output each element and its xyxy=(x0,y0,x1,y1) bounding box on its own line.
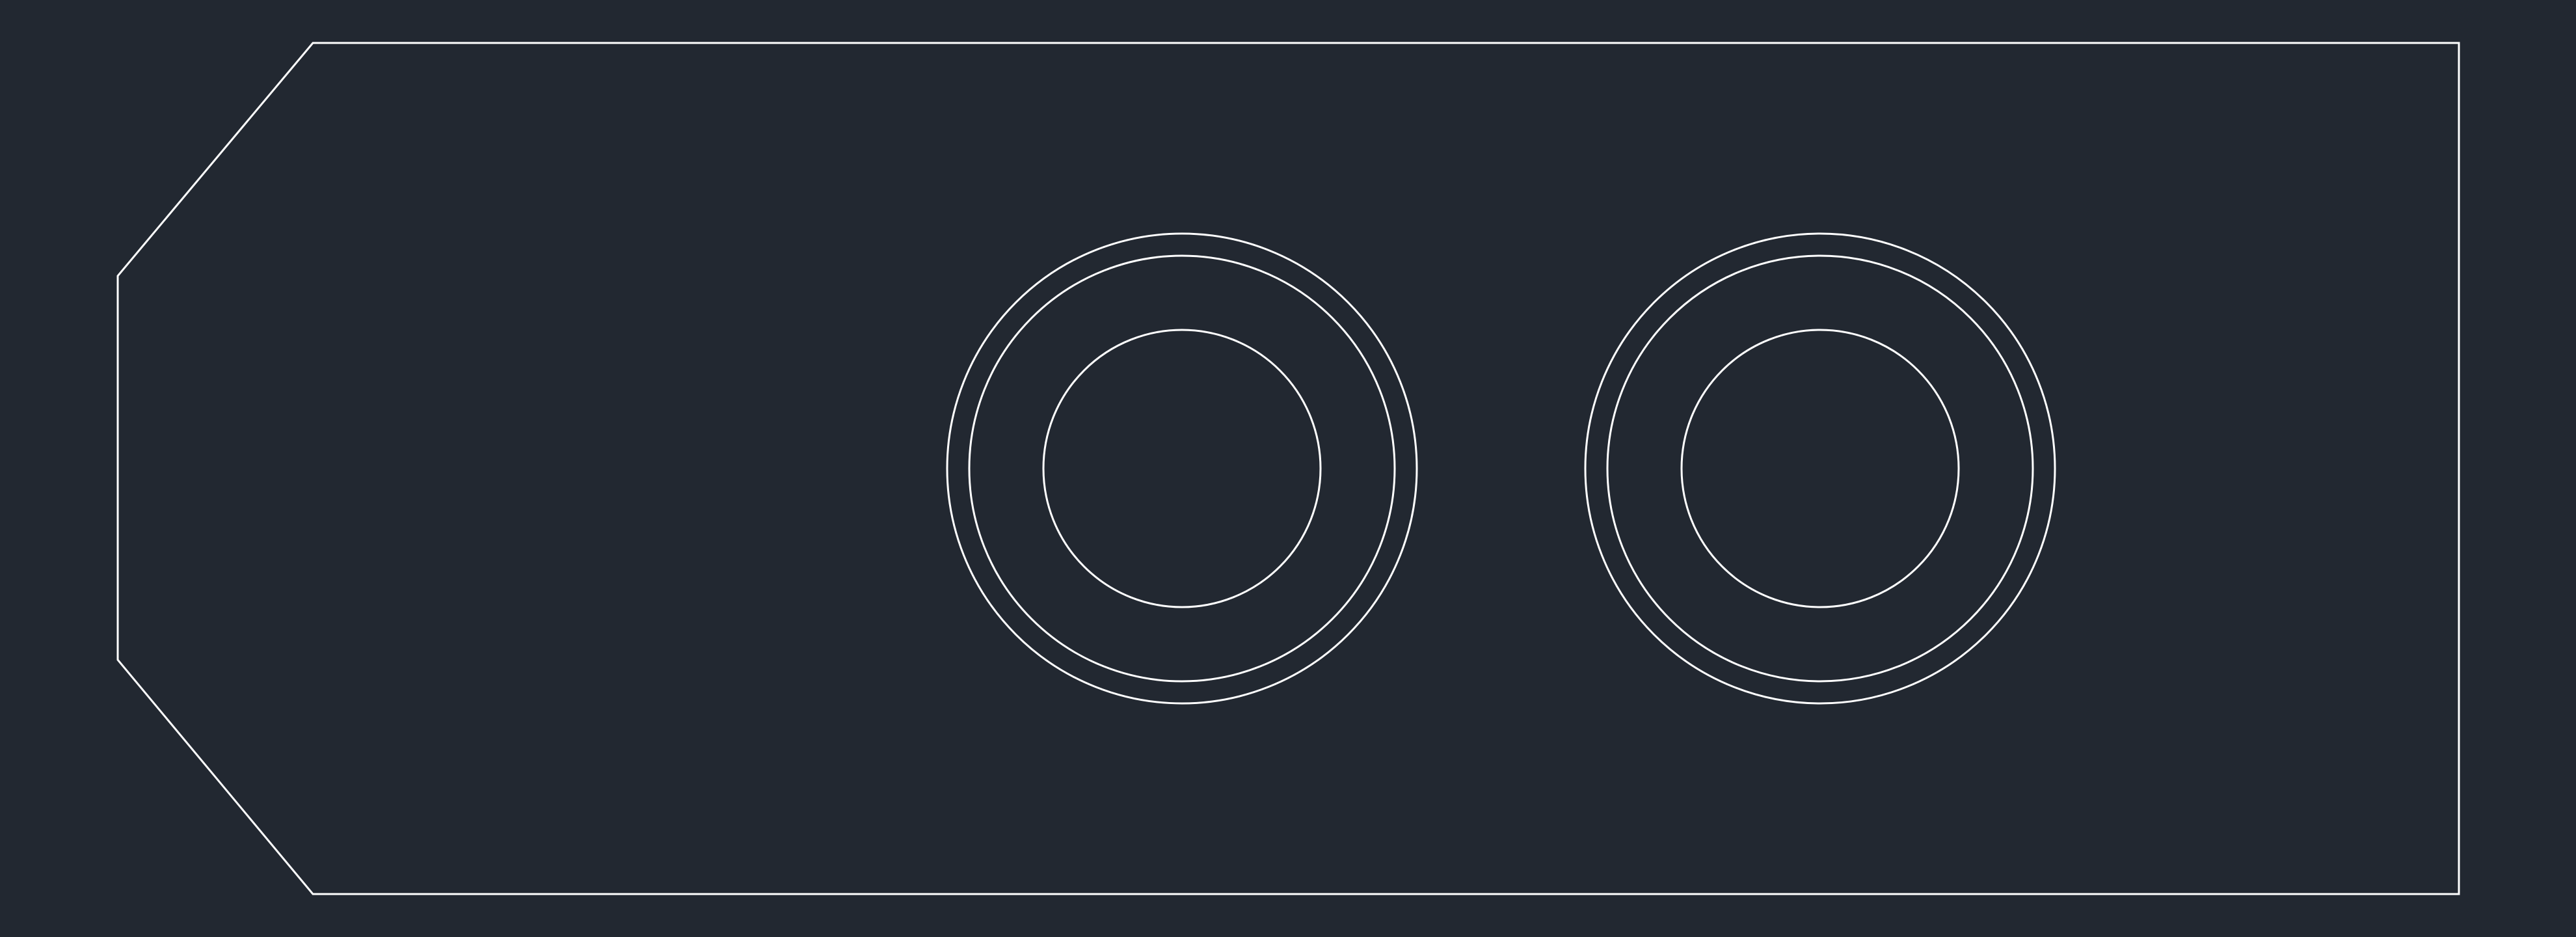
cad-canvas xyxy=(0,0,2576,937)
cad-drawing xyxy=(0,0,2576,937)
canvas-background xyxy=(0,0,2576,937)
